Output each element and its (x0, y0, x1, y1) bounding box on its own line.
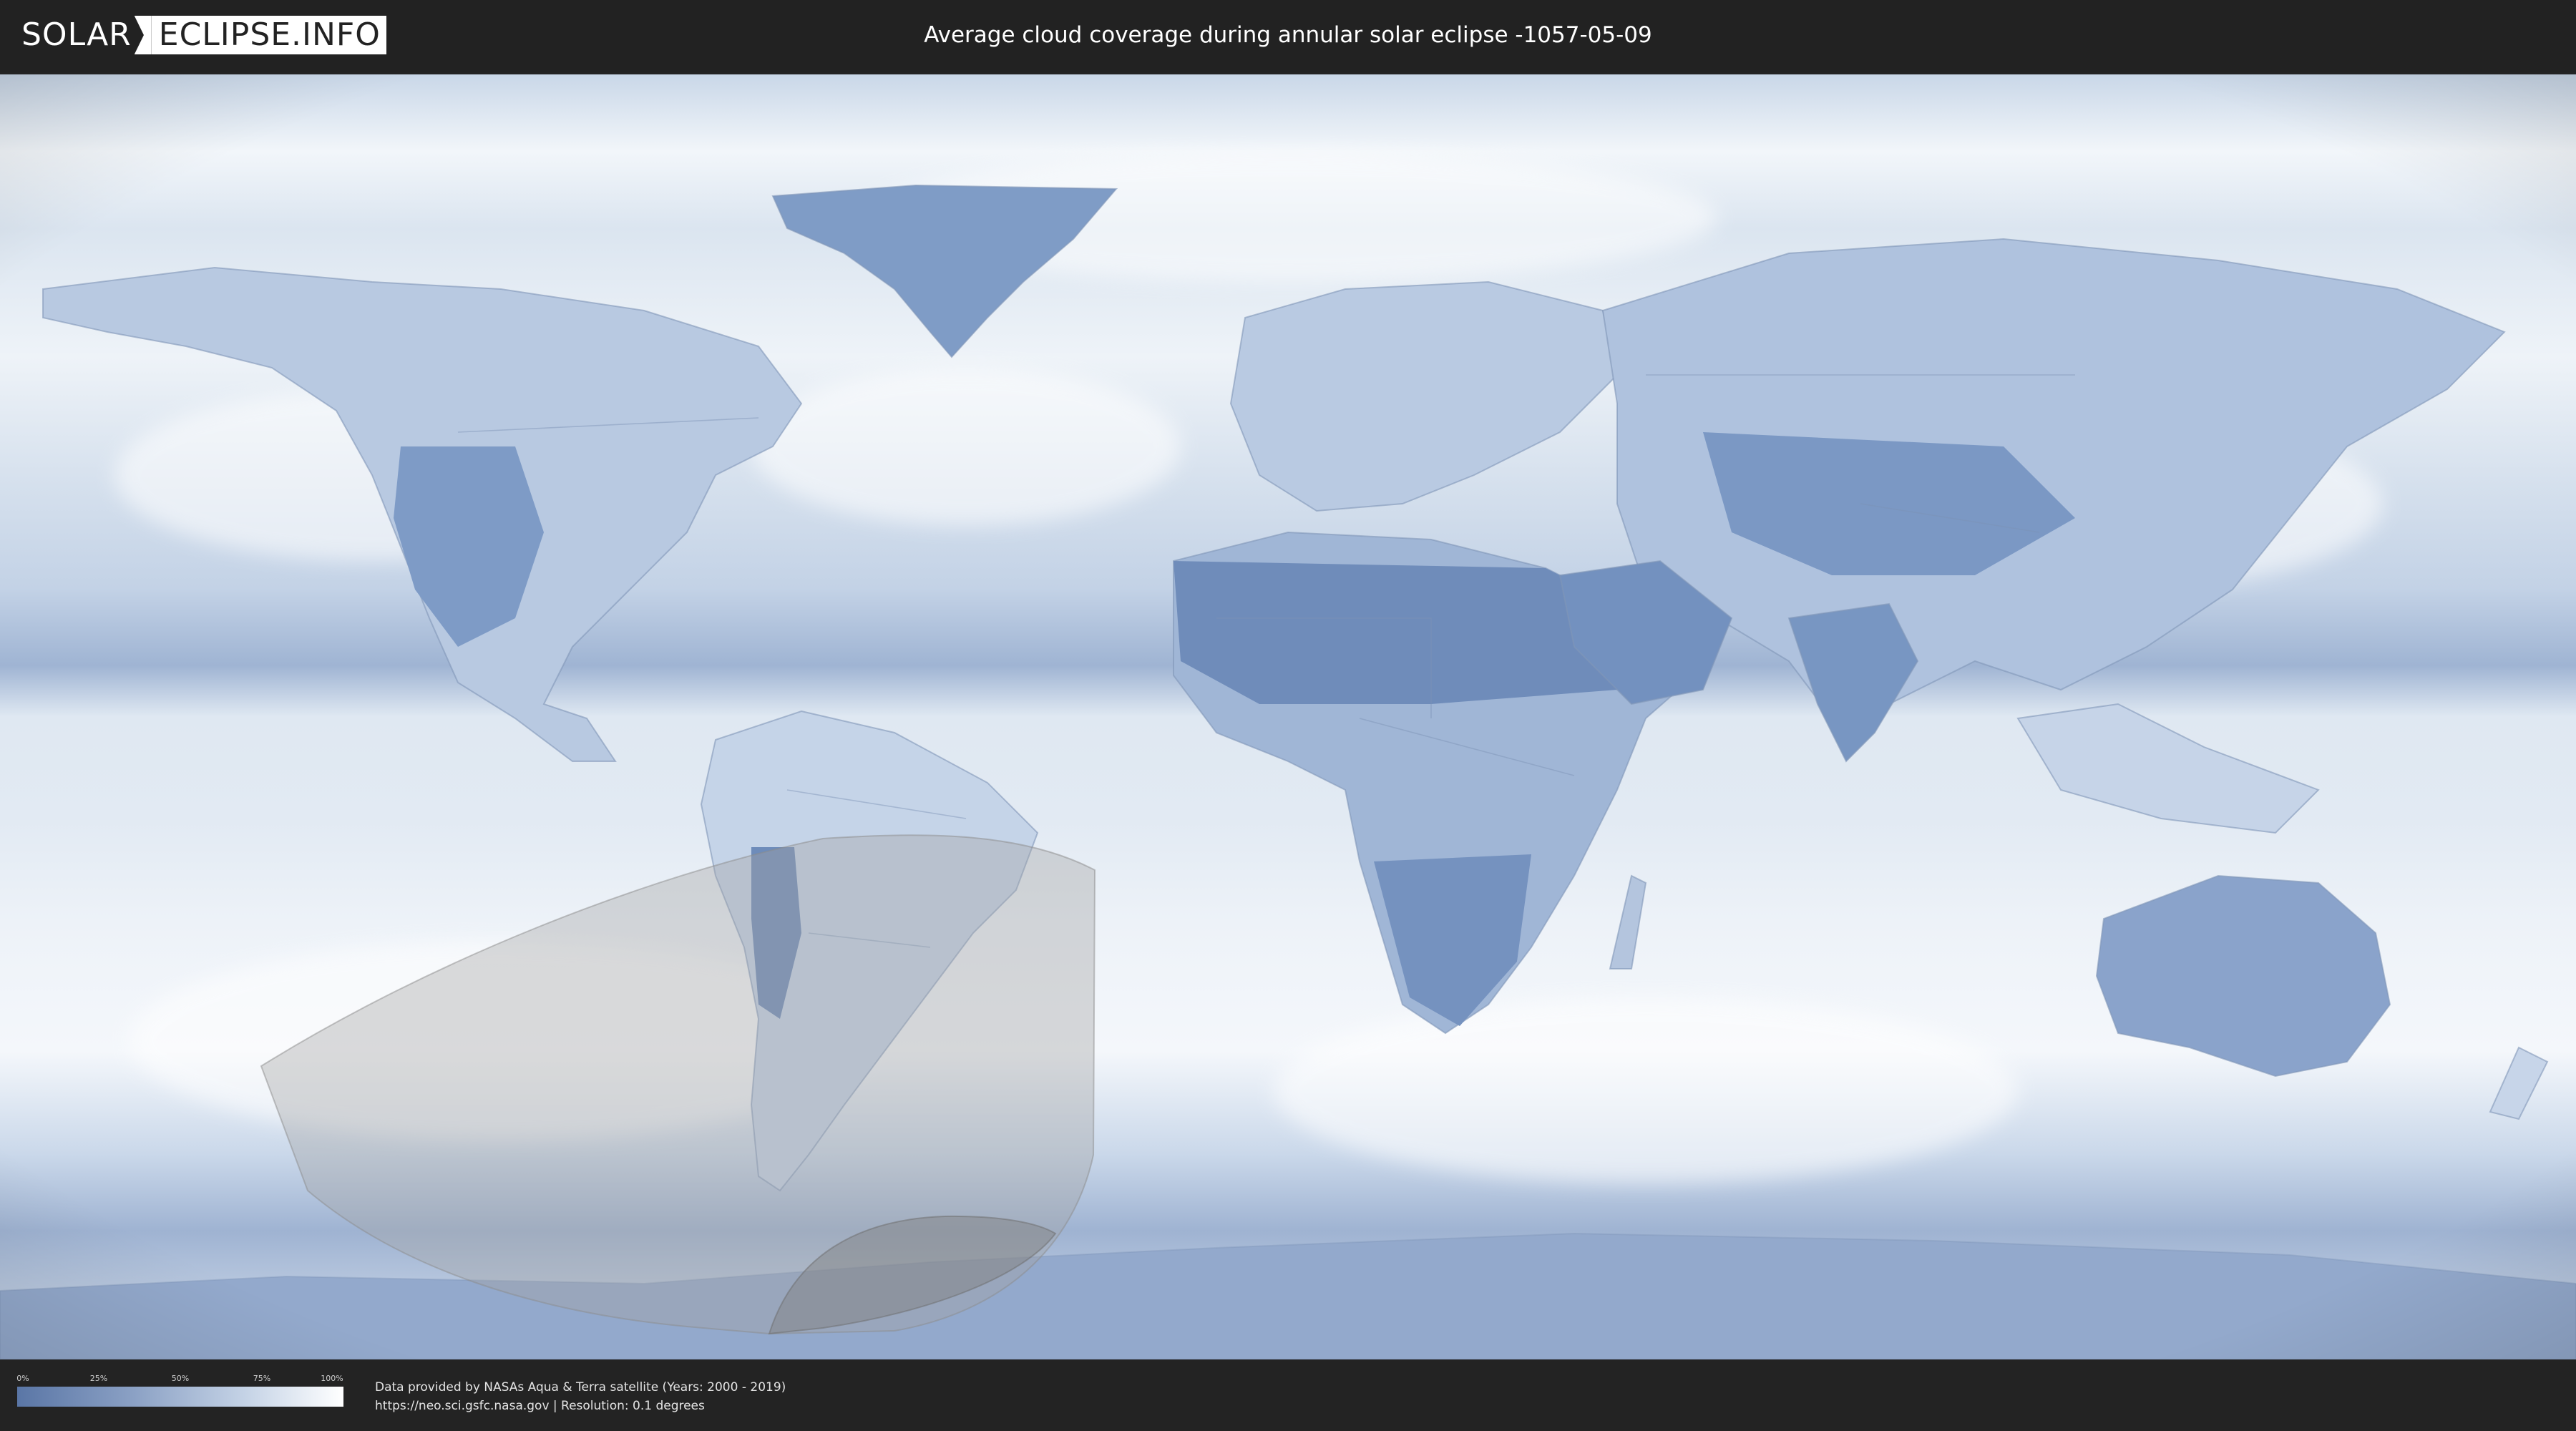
legend-tick-25: 25% (89, 1374, 108, 1383)
credits-source: Data provided by NASAs Aqua & Terra sate… (375, 1380, 786, 1395)
legend-tick-100: 100% (321, 1374, 343, 1383)
data-credits: Data provided by NASAs Aqua & Terra sate… (375, 1378, 786, 1415)
cloud-coverage-map[interactable] (0, 74, 2576, 1359)
footer-bar: 0% 25% 50% 75% 100% Data provided by NAS… (0, 1359, 2576, 1431)
credits-link[interactable]: https://neo.sci.gsfc.nasa.gov | Resoluti… (375, 1397, 786, 1415)
cloud-coverage-legend: 0% 25% 50% 75% 100% (16, 1374, 343, 1418)
page-title: Average cloud coverage during annular so… (924, 22, 1652, 48)
page: SOLAR ECLIPSE.INFO Average cloud coverag… (0, 0, 2576, 1431)
map-vignette (0, 74, 2576, 1359)
header-bar: SOLAR ECLIPSE.INFO Average cloud coverag… (0, 0, 2576, 72)
legend-tick-75: 75% (253, 1374, 271, 1383)
world-map-svg (0, 74, 2576, 1359)
legend-gradient-bar (17, 1387, 343, 1407)
legend-tick-50: 50% (171, 1374, 190, 1383)
legend-tick-0: 0% (16, 1374, 29, 1383)
